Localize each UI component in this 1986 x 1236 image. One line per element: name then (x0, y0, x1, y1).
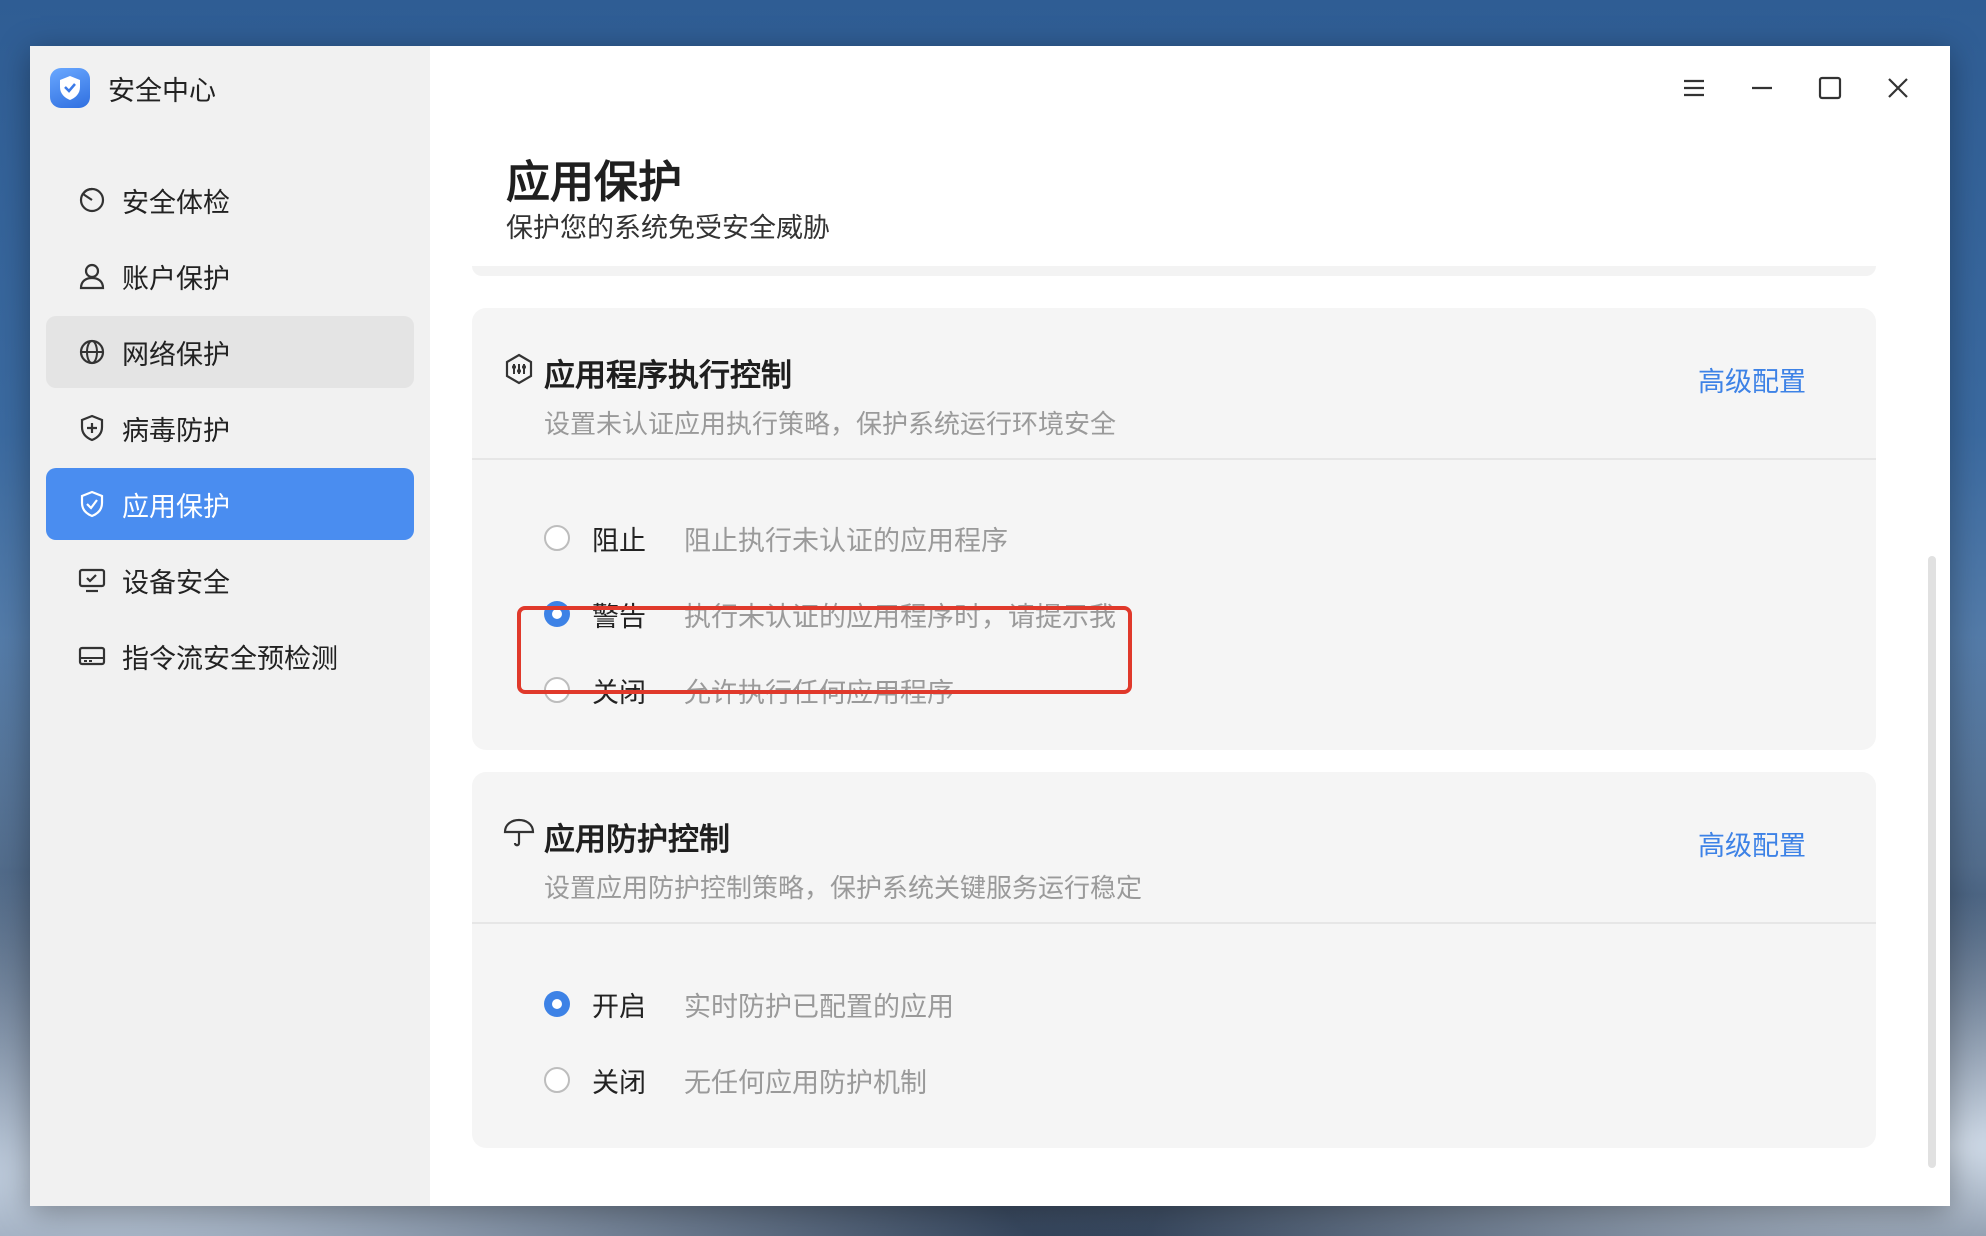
sidebar-item-security-checkup[interactable]: 安全体检 (46, 164, 414, 236)
user-icon (76, 260, 108, 292)
scan-icon (76, 184, 108, 216)
option-description: 阻止执行未认证的应用程序 (684, 525, 1008, 557)
main-panel: 应用保护 保护您的系统免受安全威胁 应用程序执行控制 设置未认证应用执行策略，保… (430, 46, 1950, 1206)
sidebar-nav: 安全体检 账户保护 网络保护 病毒防护 应用保护 设备安全 指令流安全预检测 (46, 164, 414, 696)
advanced-config-link[interactable]: 高级配置 (1698, 360, 1806, 399)
option-label: 阻止 (592, 525, 646, 557)
sidebar-item-account-protection[interactable]: 账户保护 (46, 240, 414, 312)
option-block[interactable]: 阻止 阻止执行未认证的应用程序 (544, 510, 1008, 566)
sidebar-item-device-security[interactable]: 设备安全 (46, 544, 414, 616)
window-controls (1660, 64, 1932, 112)
globe-icon (76, 336, 108, 368)
card-title-text: 应用程序执行控制 (544, 358, 792, 394)
monitor-check-icon (76, 564, 108, 596)
menu-button[interactable] (1660, 64, 1728, 112)
sidebar-item-label: 病毒防护 (122, 415, 230, 447)
sidebar-item-label: 网络保护 (122, 339, 230, 371)
option-description: 无任何应用防护机制 (684, 1067, 927, 1099)
sidebar-item-label: 安全体检 (122, 187, 230, 219)
option-label: 关闭 (592, 1067, 646, 1099)
sidebar-item-command-stream-precheck[interactable]: 指令流安全预检测 (46, 620, 414, 692)
app-window: 安全中心 安全体检 账户保护 网络保护 病毒防护 应用保护 设备安全 指令流安全… (30, 46, 1950, 1206)
card-title-text: 应用防护控制 (544, 822, 730, 858)
card-title: 应用程序执行控制 (505, 350, 792, 395)
app-control-icon (502, 352, 536, 386)
option-on[interactable]: 开启 实时防护已配置的应用 (544, 976, 954, 1032)
shield-check-icon (76, 488, 108, 520)
shield-plus-icon (76, 412, 108, 444)
menu-icon (1684, 79, 1704, 97)
sidebar-item-label: 应用保护 (122, 491, 230, 523)
close-icon (1888, 78, 1908, 98)
option-off[interactable]: 关闭 无任何应用防护机制 (544, 1052, 927, 1108)
page-title: 应用保护 (506, 157, 682, 208)
radio-button-selected[interactable] (544, 991, 570, 1017)
sidebar-item-virus-protection[interactable]: 病毒防护 (46, 392, 414, 464)
previous-card-edge (472, 266, 1876, 276)
radio-button[interactable] (544, 525, 570, 551)
minimize-icon (1752, 86, 1772, 90)
sidebar-item-label: 账户保护 (122, 263, 230, 295)
app-protection-control-card: 应用防护控制 设置应用防护控制策略，保护系统关键服务运行稳定 高级配置 开启 实… (472, 772, 1876, 1148)
sidebar-item-app-protection[interactable]: 应用保护 (46, 468, 414, 540)
terminal-icon (76, 640, 108, 672)
card-description: 设置应用防护控制策略，保护系统关键服务运行稳定 (544, 874, 1143, 904)
app-logo-icon (50, 68, 90, 108)
minimize-button[interactable] (1728, 64, 1796, 112)
radio-button[interactable] (544, 1067, 570, 1093)
card-header: 应用防护控制 设置应用防护控制策略，保护系统关键服务运行稳定 高级配置 (472, 772, 1876, 924)
app-execution-control-card: 应用程序执行控制 设置未认证应用执行策略，保护系统运行环境安全 高级配置 阻止 … (472, 308, 1876, 750)
maximize-icon (1818, 76, 1842, 100)
maximize-button[interactable] (1796, 64, 1864, 112)
page-subtitle: 保护您的系统免受安全威胁 (506, 213, 830, 244)
sidebar-item-label: 指令流安全预检测 (122, 643, 338, 675)
card-title: 应用防护控制 (503, 814, 730, 859)
sidebar-item-label: 设备安全 (122, 567, 230, 599)
app-title: 安全中心 (108, 75, 216, 107)
advanced-config-link[interactable]: 高级配置 (1698, 824, 1806, 863)
card-description: 设置未认证应用执行策略，保护系统运行环境安全 (544, 410, 1117, 440)
sidebar: 安全中心 安全体检 账户保护 网络保护 病毒防护 应用保护 设备安全 指令流安全… (30, 46, 430, 1206)
sidebar-item-network-protection[interactable]: 网络保护 (46, 316, 414, 388)
close-button[interactable] (1864, 64, 1932, 112)
scrollbar[interactable] (1928, 556, 1936, 1168)
option-description: 实时防护已配置的应用 (684, 991, 954, 1023)
highlight-box (517, 606, 1132, 694)
app-header: 安全中心 (50, 64, 216, 112)
option-label: 开启 (592, 991, 646, 1023)
umbrella-icon (502, 816, 536, 850)
card-header: 应用程序执行控制 设置未认证应用执行策略，保护系统运行环境安全 高级配置 (472, 308, 1876, 460)
